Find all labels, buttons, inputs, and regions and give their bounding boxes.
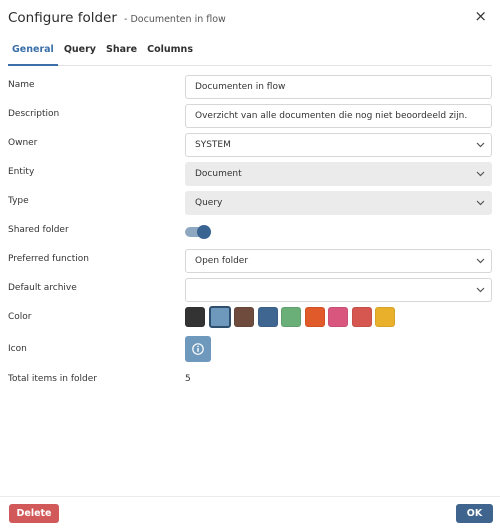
type-label: Type <box>8 196 29 206</box>
tab-general[interactable]: General <box>8 40 58 66</box>
chevron-down-icon <box>476 142 485 148</box>
ok-button[interactable]: OK <box>456 504 493 523</box>
entity-value: Document <box>195 169 242 179</box>
dialog-header: Configure folder - Documenten in flow × <box>8 7 492 26</box>
footer-divider <box>0 496 500 497</box>
color-row: Color <box>8 306 492 331</box>
type-value: Query <box>195 198 223 208</box>
total-items-label: Total items in folder <box>8 374 97 384</box>
color-swatch[interactable] <box>185 307 205 327</box>
chevron-down-icon <box>476 200 485 206</box>
delete-button[interactable]: Delete <box>9 504 59 523</box>
dialog-subtitle: - Documenten in flow <box>124 14 226 25</box>
preferred-function-label: Preferred function <box>8 254 89 264</box>
type-row: Type Query <box>8 191 492 215</box>
icon-picker-button[interactable] <box>185 336 211 362</box>
dialog-title: Configure folder <box>8 10 117 26</box>
chevron-down-icon <box>476 287 485 293</box>
preferred-function-select[interactable]: Open folder <box>185 249 492 273</box>
preferred-function-value: Open folder <box>195 256 249 266</box>
icon-row: Icon <box>8 336 492 362</box>
color-swatch[interactable] <box>304 307 325 327</box>
owner-label: Owner <box>8 138 38 148</box>
color-swatch-group <box>185 306 399 329</box>
color-swatch[interactable] <box>351 307 372 327</box>
color-swatch[interactable] <box>375 307 395 327</box>
tab-query[interactable]: Query <box>60 40 100 66</box>
description-input[interactable]: Overzicht van alle documenten die nog ni… <box>185 104 492 128</box>
entity-row: Entity Document <box>8 162 492 186</box>
shared-folder-toggle[interactable] <box>185 225 211 239</box>
color-swatch[interactable] <box>257 307 278 327</box>
total-items-value: 5 <box>185 374 191 384</box>
shared-folder-row: Shared folder <box>8 220 492 244</box>
color-label: Color <box>8 312 32 322</box>
chevron-down-icon <box>476 171 485 177</box>
description-label: Description <box>8 109 60 119</box>
close-icon[interactable]: × <box>474 7 487 25</box>
name-input[interactable]: Documenten in flow <box>185 75 492 99</box>
info-circle-icon <box>192 343 204 355</box>
owner-value: SYSTEM <box>195 140 231 150</box>
default-archive-row: Default archive <box>8 278 492 302</box>
type-select[interactable]: Query <box>185 191 492 215</box>
preferred-function-row: Preferred function Open folder <box>8 249 492 273</box>
name-label: Name <box>8 80 35 90</box>
description-row: Description Overzicht van alle documente… <box>8 104 492 128</box>
shared-folder-label: Shared folder <box>8 225 69 235</box>
entity-label: Entity <box>8 167 35 177</box>
color-swatch[interactable] <box>208 306 231 328</box>
owner-row: Owner SYSTEM <box>8 133 492 157</box>
toggle-knob <box>197 225 211 239</box>
tab-share[interactable]: Share <box>102 40 141 66</box>
tab-columns[interactable]: Columns <box>143 40 197 66</box>
entity-select[interactable]: Document <box>185 162 492 186</box>
name-row: Name Documenten in flow <box>8 75 492 99</box>
color-swatch[interactable] <box>234 307 254 327</box>
default-archive-select[interactable] <box>185 278 492 302</box>
color-swatch[interactable] <box>328 307 348 327</box>
color-swatch[interactable] <box>281 307 301 327</box>
tab-bar: General Query Share Columns <box>8 40 492 66</box>
default-archive-label: Default archive <box>8 283 77 293</box>
total-items-row: Total items in folder 5 <box>8 369 492 393</box>
icon-label: Icon <box>8 344 27 354</box>
chevron-down-icon <box>476 258 485 264</box>
owner-select[interactable]: SYSTEM <box>185 133 492 157</box>
